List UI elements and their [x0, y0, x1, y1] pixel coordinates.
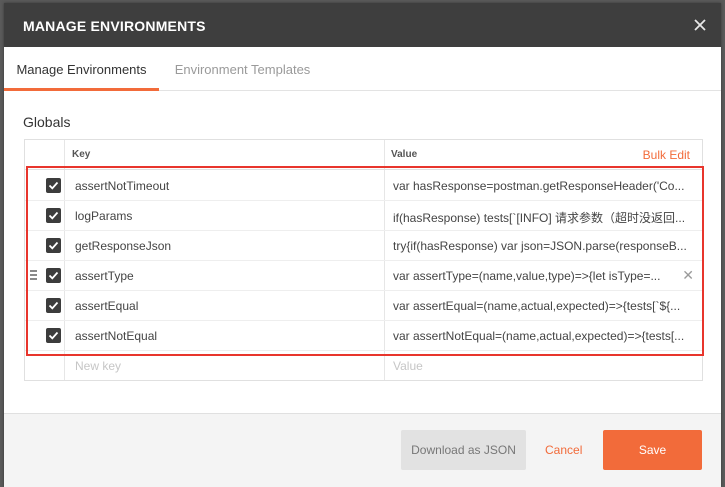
row-value[interactable]: var assertType=(name,value,type)=>{let i… — [393, 269, 673, 283]
new-row: New key Value — [25, 351, 702, 381]
row-checkbox[interactable] — [46, 298, 61, 313]
cancel-button[interactable]: Cancel — [545, 430, 582, 470]
row-checkbox[interactable] — [46, 178, 61, 193]
row-key[interactable]: assertEqual — [75, 299, 138, 313]
table-row: getResponseJson try{if(hasResponse) var … — [25, 231, 702, 261]
tab-bar: Manage Environments Environment Template… — [4, 47, 721, 91]
row-value[interactable]: try{if(hasResponse) var json=JSON.parse(… — [393, 239, 693, 253]
new-value-input[interactable]: Value — [393, 359, 423, 373]
row-checkbox[interactable] — [46, 328, 61, 343]
table-row: assertNotEqual var assertNotEqual=(name,… — [25, 321, 702, 351]
table-row: assertNotTimeout var hasResponse=postman… — [25, 171, 702, 201]
dialog-body: Globals Key Value Bulk Edit assertNotTim… — [4, 92, 721, 413]
row-checkbox[interactable] — [46, 268, 61, 283]
table-row: assertType var assertType=(name,value,ty… — [25, 261, 702, 291]
globals-table: Key Value Bulk Edit assertNotTimeout var… — [24, 139, 703, 381]
delete-row-icon[interactable]: ✕ — [682, 267, 694, 284]
row-value[interactable]: var assertEqual=(name,actual,expected)=>… — [393, 299, 693, 313]
close-icon[interactable] — [689, 14, 711, 36]
save-button[interactable]: Save — [603, 430, 702, 470]
row-key[interactable]: assertType — [75, 269, 134, 283]
download-json-button[interactable]: Download as JSON — [401, 430, 526, 470]
row-value[interactable]: if(hasResponse) tests[`[INFO] 请求参数（超时没返回… — [393, 209, 693, 226]
table-header: Key Value Bulk Edit — [25, 140, 702, 170]
manage-environments-dialog: MANAGE ENVIRONMENTS Manage Environments … — [4, 3, 721, 487]
table-row: assertEqual var assertEqual=(name,actual… — [25, 291, 702, 321]
row-key[interactable]: getResponseJson — [75, 239, 171, 253]
row-checkbox[interactable] — [46, 208, 61, 223]
key-column-header: Key — [72, 149, 91, 160]
table-row: logParams if(hasResponse) tests[`[INFO] … — [25, 201, 702, 231]
row-key[interactable]: logParams — [75, 209, 132, 223]
dialog-footer: Download as JSON Cancel Save — [4, 413, 721, 487]
drag-handle-icon[interactable] — [30, 270, 38, 280]
row-key[interactable]: assertNotTimeout — [75, 179, 169, 193]
tab-manage-environments[interactable]: Manage Environments — [4, 47, 159, 91]
dialog-titlebar: MANAGE ENVIRONMENTS — [4, 3, 721, 47]
row-value[interactable]: var assertNotEqual=(name,actual,expected… — [393, 329, 693, 343]
value-column-header: Value — [391, 149, 418, 160]
new-key-input[interactable]: New key — [75, 359, 121, 373]
tab-environment-templates[interactable]: Environment Templates — [159, 47, 326, 91]
row-value[interactable]: var hasResponse=postman.getResponseHeade… — [393, 179, 693, 193]
dialog-title: MANAGE ENVIRONMENTS — [23, 18, 206, 34]
row-checkbox[interactable] — [46, 238, 61, 253]
row-key[interactable]: assertNotEqual — [75, 329, 157, 343]
bulk-edit-link[interactable]: Bulk Edit — [643, 148, 690, 162]
section-title: Globals — [23, 114, 71, 130]
